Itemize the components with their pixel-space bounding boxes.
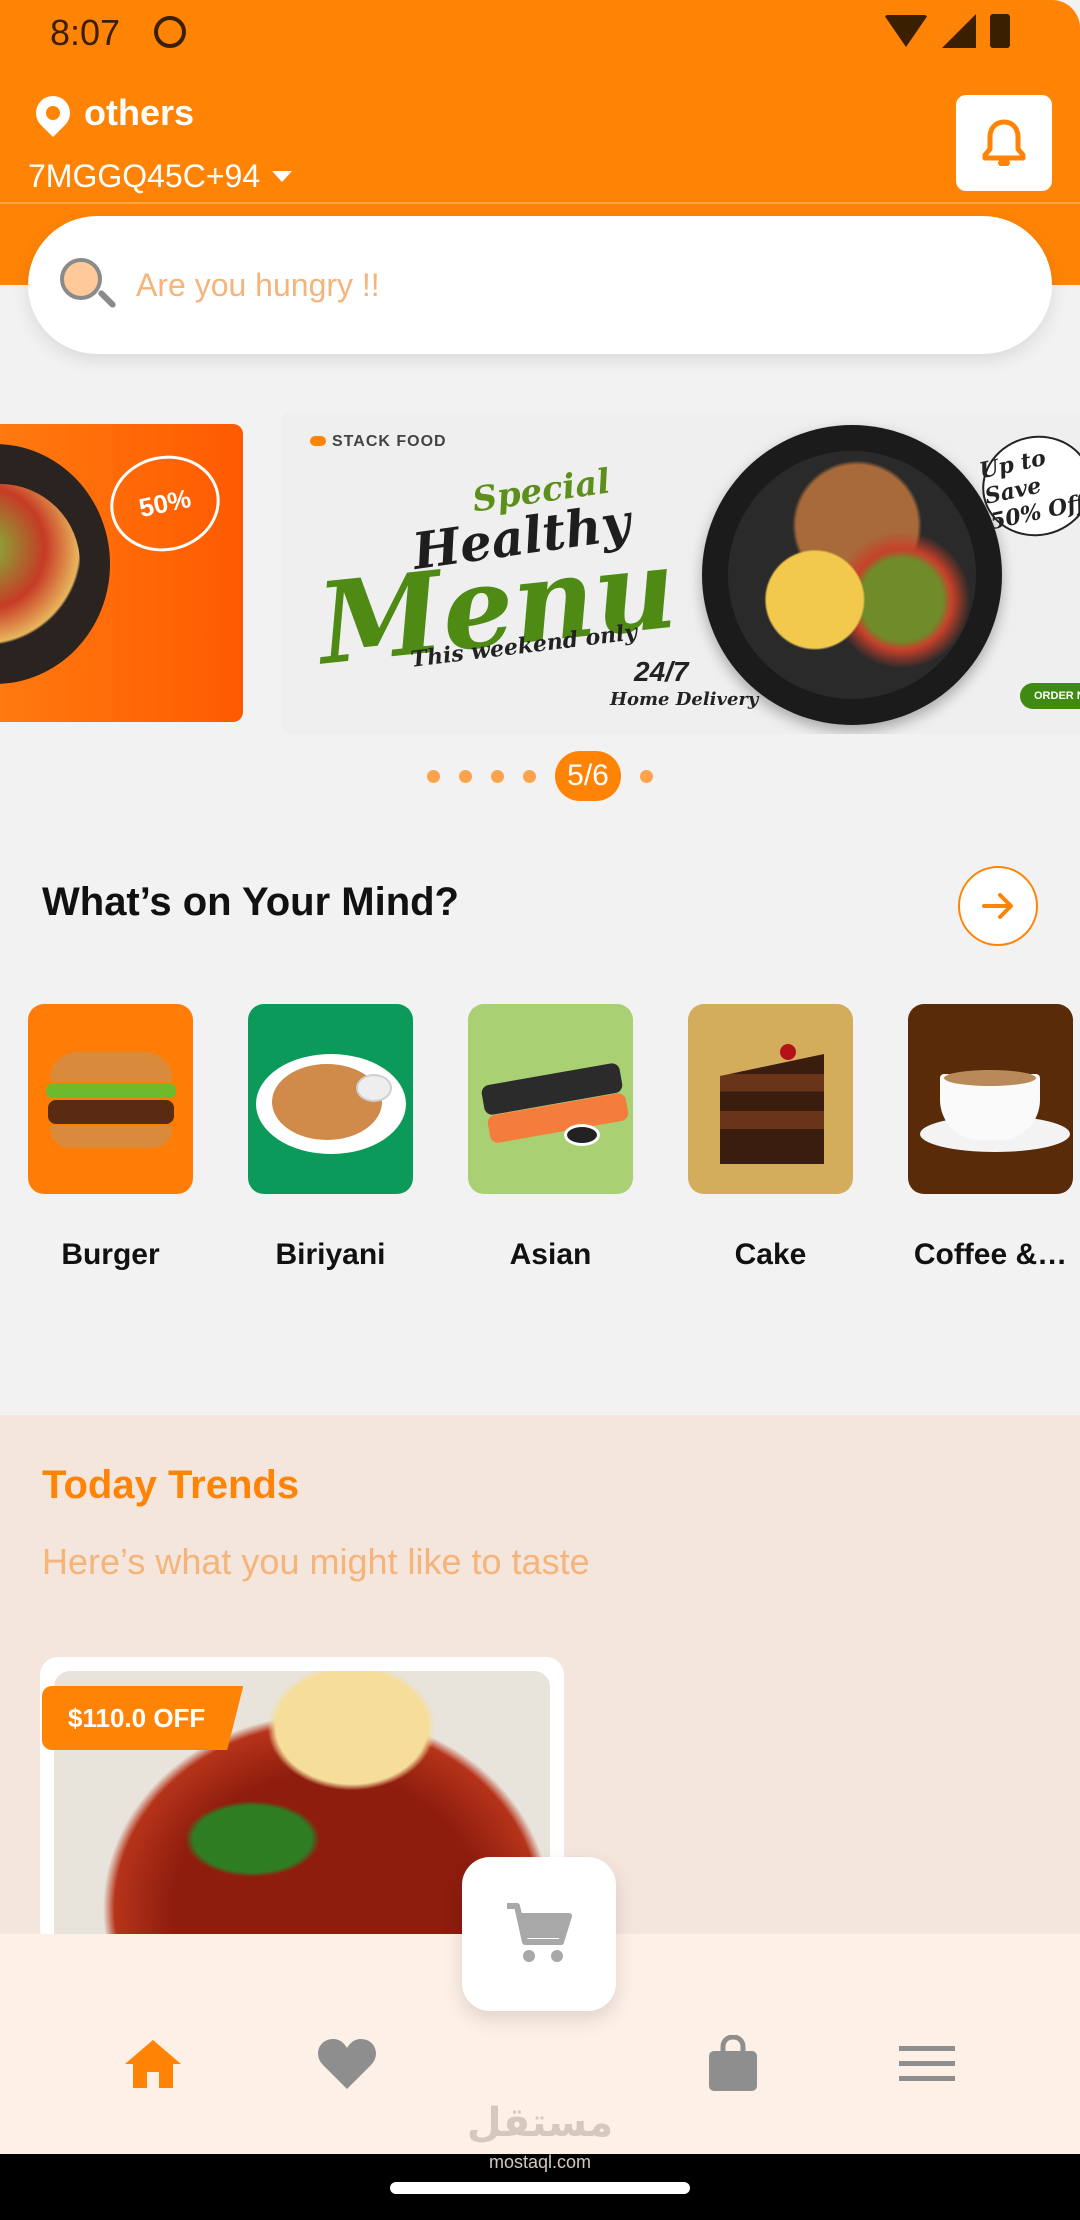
carousel-page-indicator: 5/6 — [555, 751, 621, 801]
shopping-bag-icon — [709, 2035, 757, 2091]
carousel-indicator: 5/6 — [0, 751, 1080, 801]
category-label: Cake — [734, 1238, 807, 1271]
nav-home[interactable] — [118, 2034, 188, 2094]
category-label: Burger — [61, 1238, 160, 1271]
category-cake[interactable]: Cake — [688, 1004, 853, 1272]
search-placeholder: Are you hungry !! — [136, 266, 380, 303]
battery-icon — [990, 14, 1010, 48]
category-label: Biriyani — [275, 1238, 386, 1271]
banner-delivery: Home Delivery — [610, 689, 759, 710]
trends-subtitle: Here’s what you might like to taste — [42, 1541, 590, 1582]
order-now-button[interactable]: ORDER N — [1020, 683, 1080, 709]
carousel-dot[interactable] — [459, 769, 473, 783]
header-divider — [0, 202, 1080, 204]
view-all-categories-button[interactable] — [958, 866, 1038, 946]
status-icons — [884, 14, 1010, 48]
coffee-image — [908, 1004, 1073, 1194]
discount-tag: $110.0 OFF — [42, 1686, 244, 1750]
bell-icon — [982, 119, 1026, 166]
heart-icon — [318, 2039, 376, 2089]
status-time: 8:07 — [50, 12, 121, 53]
discount-badge: 50% — [101, 445, 229, 562]
watermark: مستقل — [466, 2101, 614, 2145]
location-pin-icon — [28, 88, 78, 138]
carousel-dot[interactable] — [523, 769, 537, 783]
banner-menu: Menu — [312, 522, 682, 691]
carousel-dot[interactable] — [639, 769, 653, 783]
watermark-url: mostaql.com — [488, 2152, 592, 2172]
carousel-dot[interactable] — [491, 769, 505, 783]
category-label: Coffee &… — [913, 1238, 1068, 1271]
notification-button[interactable] — [956, 95, 1052, 191]
food-plate-image — [0, 444, 110, 684]
location-name: others — [84, 92, 195, 133]
wifi-icon — [884, 15, 928, 47]
home-icon — [125, 2040, 181, 2088]
category-label: Asian — [509, 1238, 592, 1271]
category-coffee[interactable]: Coffee &… — [908, 1004, 1073, 1272]
location-selector[interactable]: others — [28, 88, 195, 138]
nav-orders[interactable] — [698, 2034, 768, 2094]
category-asian[interactable]: Asian — [468, 1004, 633, 1272]
category-biriyani[interactable]: Biriyani — [248, 1004, 413, 1272]
cart-button[interactable] — [462, 1857, 616, 2011]
status-app-icon — [154, 16, 186, 48]
biriyani-image — [248, 1004, 413, 1194]
category-burger[interactable]: Burger — [28, 1004, 193, 1272]
menu-icon — [899, 2046, 955, 2081]
search-input[interactable]: Are you hungry !! — [28, 216, 1052, 354]
cart-icon — [507, 1903, 572, 1962]
nav-favorites[interactable] — [312, 2034, 382, 2094]
burger-image — [28, 1004, 193, 1194]
banner-current[interactable]: STACK FOOD Special Healthy Menu This wee… — [282, 411, 1080, 734]
chevron-down-icon — [272, 171, 293, 182]
signal-icon — [942, 14, 976, 48]
sushi-image — [468, 1004, 633, 1194]
home-gesture-handle[interactable] — [390, 2182, 690, 2194]
cake-image — [688, 1004, 853, 1194]
categories-title: What’s on Your Mind? — [42, 880, 459, 924]
location-code: 7MGGQ45C+94 — [28, 158, 261, 194]
arrow-right-icon — [982, 893, 1013, 919]
healthy-bowl-image — [702, 425, 1002, 725]
trends-title: Today Trends — [42, 1463, 300, 1507]
nav-menu[interactable] — [892, 2034, 962, 2094]
location-code-selector[interactable]: 7MGGQ45C+94 — [28, 158, 293, 195]
banner-previous[interactable]: 50% — [0, 424, 243, 722]
carousel-dot[interactable] — [427, 769, 441, 783]
brand-logo: STACK FOOD — [310, 433, 447, 451]
search-icon — [58, 256, 117, 314]
banner-hours: 24/7 — [634, 656, 689, 687]
